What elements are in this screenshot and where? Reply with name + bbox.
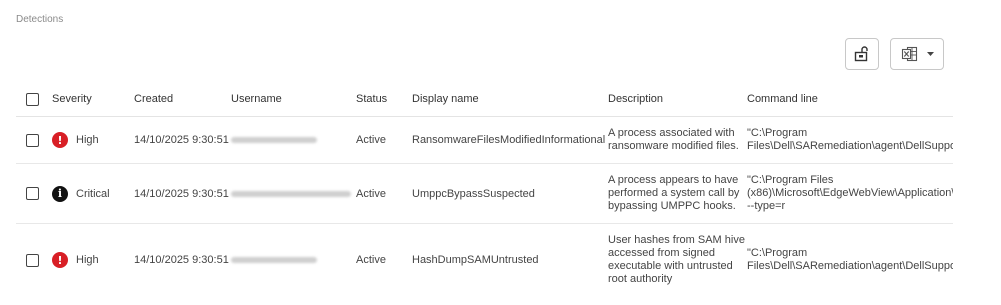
- redacted-username: [231, 137, 317, 143]
- status-cell: Active: [356, 163, 412, 224]
- table-row[interactable]: ! High 14/10/2025 9:30:51 Active HashDum…: [16, 224, 953, 297]
- created-cell: 14/10/2025 9:30:51: [134, 116, 231, 164]
- username-cell: [231, 116, 356, 164]
- redacted-username: [231, 190, 351, 197]
- column-header-description[interactable]: Description: [608, 82, 747, 117]
- detections-table: Severity Created Username Status Display…: [16, 82, 953, 296]
- exclamation-icon: !: [52, 132, 68, 148]
- description-cell: User hashes from SAM hive accessed from …: [608, 234, 745, 285]
- severity-cell: ! High: [52, 252, 134, 268]
- created-cell: 14/10/2025 9:30:51: [134, 163, 231, 224]
- excel-export-dropdown[interactable]: [890, 38, 944, 70]
- status-cell: Active: [356, 254, 386, 266]
- caret-down-icon: [926, 51, 934, 56]
- command-line-cell: "C:\Program Files\Dell\SARemediation\age…: [747, 116, 953, 164]
- excel-icon: [901, 46, 917, 62]
- column-header-username[interactable]: Username: [231, 82, 356, 117]
- created-cell: 14/10/2025 9:30:51: [134, 254, 229, 266]
- description-cell: A process appears to have performed a sy…: [608, 163, 747, 224]
- row-checkbox[interactable]: [26, 133, 39, 147]
- username-cell: [231, 163, 356, 224]
- severity-label: High: [76, 254, 99, 266]
- redacted-username: [231, 257, 317, 263]
- column-header-created[interactable]: Created: [134, 82, 231, 117]
- exclamation-icon: !: [52, 252, 68, 268]
- display-name-cell: UmppcBypassSuspected: [412, 163, 608, 224]
- severity-label: High: [76, 134, 99, 146]
- table-row[interactable]: i Critical 14/10/2025 9:30:51 Active Ump…: [16, 163, 953, 224]
- severity-cell: i Critical: [52, 185, 134, 202]
- display-name-cell: RansomwareFilesModifiedInformational: [412, 116, 608, 164]
- command-line-cell: "C:\Program Files\Dell\SARemediation\age…: [747, 247, 953, 272]
- section-title: Detections: [16, 14, 64, 25]
- column-header-display-name[interactable]: Display name: [412, 82, 608, 117]
- command-line-cell: "C:\Program Files (x86)\Microsoft\EdgeWe…: [747, 163, 953, 224]
- export-lock-icon: [854, 46, 868, 62]
- severity-cell: ! High: [52, 132, 134, 148]
- row-checkbox[interactable]: [26, 187, 39, 200]
- display-name-cell: HashDumpSAMUntrusted: [412, 254, 539, 266]
- status-cell: Active: [356, 116, 412, 164]
- table-header-row: Severity Created Username Status Display…: [16, 82, 953, 117]
- select-all-checkbox[interactable]: [26, 92, 39, 106]
- export-unlock-button[interactable]: [845, 38, 879, 70]
- column-header-severity[interactable]: Severity: [52, 82, 134, 117]
- column-header-status[interactable]: Status: [356, 82, 412, 117]
- info-icon: i: [52, 185, 68, 202]
- row-checkbox[interactable]: [26, 253, 39, 267]
- column-header-command-line[interactable]: Command line: [747, 82, 953, 117]
- table-row[interactable]: ! High 14/10/2025 9:30:51 Active Ransomw…: [16, 116, 953, 164]
- description-cell: A process associated with ransomware mod…: [608, 116, 747, 164]
- severity-label: Critical: [76, 187, 110, 200]
- username-cell: [231, 224, 356, 297]
